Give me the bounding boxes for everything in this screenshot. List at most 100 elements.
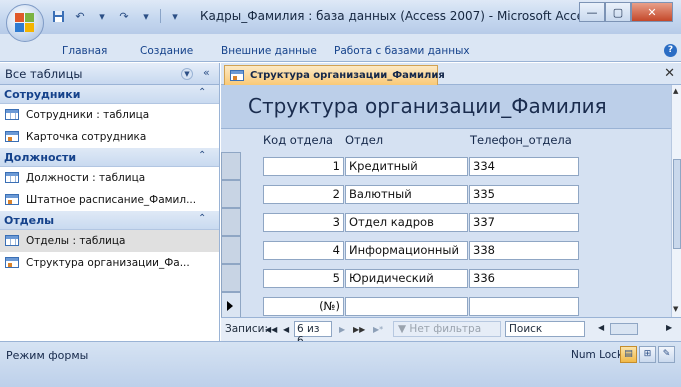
scroll-thumb[interactable] [610, 323, 638, 335]
field-department-code[interactable]: 5 [263, 269, 344, 288]
save-icon[interactable] [50, 8, 66, 24]
records-label: Записи: [225, 323, 268, 335]
column-header-code: Код отдела [263, 133, 333, 147]
scroll-up-icon[interactable]: ▲ [673, 87, 678, 95]
table-icon [5, 172, 19, 183]
undo-icon[interactable]: ↶ [72, 8, 88, 24]
field-department-name[interactable]: Валютный [345, 185, 468, 204]
record-selector[interactable] [221, 180, 241, 208]
field-new-record-code[interactable]: (№) [263, 297, 344, 316]
field-department-name[interactable]: Кредитный [345, 157, 468, 176]
nav-item-departments-table[interactable]: Отделы : таблица [0, 230, 219, 252]
field-department-name[interactable]: Отдел кадров [345, 213, 468, 232]
nav-header[interactable]: Все таблицы ▼ « [0, 63, 219, 85]
chevron-down-icon[interactable]: ▼ [181, 68, 193, 80]
field-department-name[interactable]: Юридический [345, 269, 468, 288]
nav-group-positions[interactable]: Должности ⌃ [0, 148, 219, 167]
table-icon [5, 235, 19, 246]
layout-view-icon[interactable]: ⊞ [639, 346, 656, 363]
nav-item-employee-card[interactable]: Карточка сотрудника [0, 126, 219, 148]
scroll-down-icon[interactable]: ▼ [673, 305, 678, 313]
nav-group-title: Отделы [4, 214, 55, 227]
scroll-left-icon[interactable]: ◀ [598, 323, 604, 332]
search-input[interactable]: Поиск [505, 321, 585, 337]
nav-item-employees-table[interactable]: Сотрудники : таблица [0, 104, 219, 126]
new-record-icon[interactable]: ▶* [373, 325, 383, 334]
scroll-thumb[interactable] [673, 159, 681, 249]
record-selector-current[interactable] [221, 292, 241, 317]
nav-item-positions-table[interactable]: Должности : таблица [0, 167, 219, 189]
form-title: Структура организации_Фамилия [248, 94, 607, 118]
redo-icon[interactable]: ↷ [116, 8, 132, 24]
minimize-button[interactable]: — [579, 2, 605, 22]
tab-create[interactable]: Создание [140, 45, 193, 57]
field-department-phone[interactable]: 334 [469, 157, 579, 176]
nav-item-label: Отделы : таблица [26, 235, 126, 247]
column-header-phone: Телефон_отдела [470, 133, 572, 147]
vertical-scrollbar[interactable]: ▲ ▼ [671, 85, 681, 317]
first-record-icon[interactable]: ◀◀ [265, 325, 277, 334]
collapse-group-icon[interactable]: ⌃ [198, 213, 206, 224]
tab-structure-form[interactable]: Структура организации_Фамилия [224, 65, 445, 85]
chevron-down-icon[interactable]: ▾ [94, 8, 110, 24]
field-new-record-name[interactable] [345, 297, 468, 316]
collapse-group-icon[interactable]: ⌃ [198, 87, 206, 98]
scroll-right-icon[interactable]: ▶ [666, 323, 672, 332]
field-department-code[interactable]: 4 [263, 241, 344, 260]
title-bar: ↶ ▾ ↷ ▾ ▾ Кадры_Фамилия : база данных (A… [0, 0, 681, 34]
form-icon [5, 131, 19, 142]
maximize-button[interactable]: ▢ [605, 2, 631, 22]
nav-item-staffing-form[interactable]: Штатное расписание_Фамил... [0, 189, 219, 211]
next-record-icon[interactable]: ▶ [339, 325, 345, 334]
field-department-phone[interactable]: 336 [469, 269, 579, 288]
nav-item-label: Карточка сотрудника [26, 131, 147, 143]
document-area: Структура организации_Фамилия ✕ Структур… [221, 63, 681, 347]
record-selector[interactable] [221, 208, 241, 236]
collapse-pane-icon[interactable]: « [203, 66, 210, 79]
numlock-indicator: Num Lock [571, 349, 624, 361]
form-view-icon[interactable]: ▤ [620, 346, 637, 363]
field-new-record-phone[interactable] [469, 297, 579, 316]
field-department-code[interactable]: 1 [263, 157, 344, 176]
nav-group-title: Должности [4, 151, 77, 164]
field-department-phone[interactable]: 338 [469, 241, 579, 260]
navigation-pane: Все таблицы ▼ « Сотрудники ⌃ Сотрудники … [0, 63, 220, 341]
nav-item-label: Структура организации_Фа... [26, 257, 190, 269]
office-button[interactable] [6, 4, 44, 42]
tab-home[interactable]: Главная [62, 45, 107, 57]
close-icon[interactable]: ✕ [664, 66, 675, 81]
last-record-icon[interactable]: ▶▶ [353, 325, 365, 334]
design-view-icon[interactable]: ✎ [658, 346, 675, 363]
nav-group-employees[interactable]: Сотрудники ⌃ [0, 85, 219, 104]
record-selector[interactable] [221, 236, 241, 264]
prev-record-icon[interactable]: ◀ [283, 325, 289, 334]
nav-item-structure-form[interactable]: Структура организации_Фа... [0, 252, 219, 274]
collapse-group-icon[interactable]: ⌃ [198, 150, 206, 161]
record-selector[interactable] [221, 152, 241, 180]
quick-access-toolbar: ↶ ▾ ↷ ▾ ▾ [50, 6, 183, 26]
separator [160, 9, 161, 23]
field-department-code[interactable]: 2 [263, 185, 344, 204]
nav-item-label: Штатное расписание_Фамил... [26, 194, 197, 206]
field-department-phone[interactable]: 335 [469, 185, 579, 204]
view-mode-status: Режим формы [6, 349, 89, 362]
field-department-name[interactable]: Информационный [345, 241, 468, 260]
record-position-field[interactable]: 6 из 6 [294, 321, 332, 347]
nav-group-departments[interactable]: Отделы ⌃ [0, 211, 219, 230]
help-icon[interactable]: ? [664, 44, 677, 57]
column-headers: Код отдела Отдел Телефон_отдела [221, 130, 671, 152]
table-icon [5, 109, 19, 120]
form-body: Структура организации_Фамилия Код отдела… [221, 85, 671, 317]
customize-icon[interactable]: ▾ [167, 8, 183, 24]
tab-external-data[interactable]: Внешние данные [221, 45, 317, 57]
tab-database-tools[interactable]: Работа с базами данных [334, 45, 470, 57]
horizontal-scrollbar[interactable]: ◀ ▶ [596, 323, 676, 335]
chevron-down-icon[interactable]: ▾ [138, 8, 154, 24]
filter-status[interactable]: ▼ Нет фильтра [393, 321, 501, 337]
filter-status-label: Нет фильтра [409, 323, 482, 335]
field-department-code[interactable]: 3 [263, 213, 344, 232]
record-selector[interactable] [221, 264, 241, 292]
field-department-phone[interactable]: 337 [469, 213, 579, 232]
close-button[interactable]: ✕ [631, 2, 673, 22]
form-detail: 1 Кредитный 334 2 Валютный 335 3 Отдел к… [221, 152, 671, 317]
